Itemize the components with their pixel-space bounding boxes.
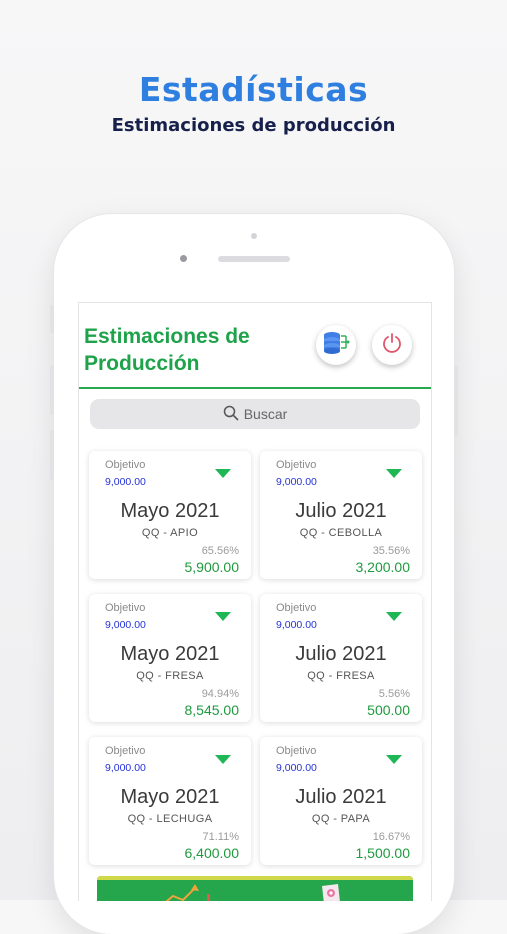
objective-value: 9,000.00: [105, 619, 146, 631]
page-title-line-2: Producción: [84, 352, 200, 375]
plant-pot-icon: [319, 882, 341, 901]
header-divider: [79, 387, 431, 389]
growth-chart-icon: [157, 882, 217, 901]
card-product: QQ - PAPA: [311, 813, 371, 825]
card-amount: 5,900.00: [184, 559, 240, 575]
banner-stripe: [97, 876, 413, 880]
card-month: Mayo 2021: [120, 643, 220, 665]
card-product: QQ - LECHUGA: [127, 813, 213, 825]
triangle-down-icon: [386, 612, 402, 621]
app-screen: Estimaciones de Producción Buscar Objeti…: [78, 302, 432, 901]
triangle-down-icon: [386, 755, 402, 764]
card-amount: 6,400.00: [184, 845, 240, 861]
database-button[interactable]: [316, 325, 356, 365]
objective-label: Objetivo: [276, 459, 317, 471]
power-button[interactable]: [372, 325, 412, 365]
card-percent: 35.56%: [372, 545, 410, 557]
power-icon: [381, 332, 403, 359]
objective-value: 9,000.00: [276, 476, 317, 488]
card-product: QQ - CEBOLLA: [299, 527, 383, 539]
objective-value: 9,000.00: [276, 619, 317, 631]
card-product: QQ - APIO: [141, 527, 199, 539]
database-icon: [322, 330, 350, 361]
promo-title: Estadísticas: [138, 70, 369, 109]
card-product: QQ - FRESA: [307, 670, 375, 682]
page-title: Estimaciones de Producción: [84, 323, 304, 377]
card-amount: 3,200.00: [355, 559, 411, 575]
phone-volume-down: [50, 430, 54, 480]
card-month: Julio 2021: [295, 643, 387, 665]
card-percent: 16.67%: [372, 831, 410, 843]
card-amount: 1,500.00: [355, 845, 411, 861]
card-product: QQ - FRESA: [136, 670, 204, 682]
objective-value: 9,000.00: [276, 762, 317, 774]
triangle-down-icon: [215, 755, 231, 764]
phone-camera: [180, 255, 187, 262]
objective-label: Objetivo: [105, 602, 146, 614]
phone-side-button: [50, 305, 54, 333]
card-month: Julio 2021: [295, 786, 387, 808]
objective-value: 9,000.00: [105, 476, 146, 488]
search-bar[interactable]: Buscar: [90, 399, 420, 429]
estimate-card[interactable]: Objetivo 9,000.00 Mayo 2021 QQ - APIO 65…: [89, 451, 251, 579]
page-title-line-1: Estimaciones de: [84, 325, 250, 348]
triangle-down-icon: [215, 469, 231, 478]
objective-label: Objetivo: [105, 745, 146, 757]
phone-volume-up: [50, 365, 54, 415]
objective-label: Objetivo: [105, 459, 146, 471]
estimate-card[interactable]: Objetivo 9,000.00 Mayo 2021 QQ - LECHUGA…: [89, 737, 251, 865]
promo-subtitle: Estimaciones de producción: [111, 115, 396, 136]
phone-sensor: [251, 233, 257, 239]
objective-label: Objetivo: [276, 745, 317, 757]
card-amount: 8,545.00: [184, 702, 240, 718]
estimate-card[interactable]: Objetivo 9,000.00 Mayo 2021 QQ - FRESA 9…: [89, 594, 251, 722]
objective-value: 9,000.00: [105, 762, 146, 774]
search-icon: [223, 405, 239, 424]
card-amount: 500.00: [367, 702, 410, 718]
triangle-down-icon: [215, 612, 231, 621]
card-month: Mayo 2021: [120, 786, 220, 808]
phone-speaker: [218, 256, 290, 262]
estimate-card[interactable]: Objetivo 9,000.00 Julio 2021 QQ - FRESA …: [260, 594, 422, 722]
estimate-card[interactable]: Objetivo 9,000.00 Julio 2021 QQ - PAPA 1…: [260, 737, 422, 865]
triangle-down-icon: [386, 469, 402, 478]
bottom-banner[interactable]: [97, 876, 413, 901]
card-month: Mayo 2021: [120, 500, 220, 522]
card-percent: 5.56%: [378, 688, 410, 700]
card-month: Julio 2021: [295, 500, 387, 522]
card-percent: 71.11%: [202, 831, 240, 843]
card-percent: 65.56%: [201, 545, 239, 557]
objective-label: Objetivo: [276, 602, 317, 614]
estimate-card[interactable]: Objetivo 9,000.00 Julio 2021 QQ - CEBOLL…: [260, 451, 422, 579]
search-placeholder: Buscar: [243, 406, 288, 422]
card-percent: 94.94%: [201, 688, 239, 700]
phone-power-button: [454, 366, 458, 436]
